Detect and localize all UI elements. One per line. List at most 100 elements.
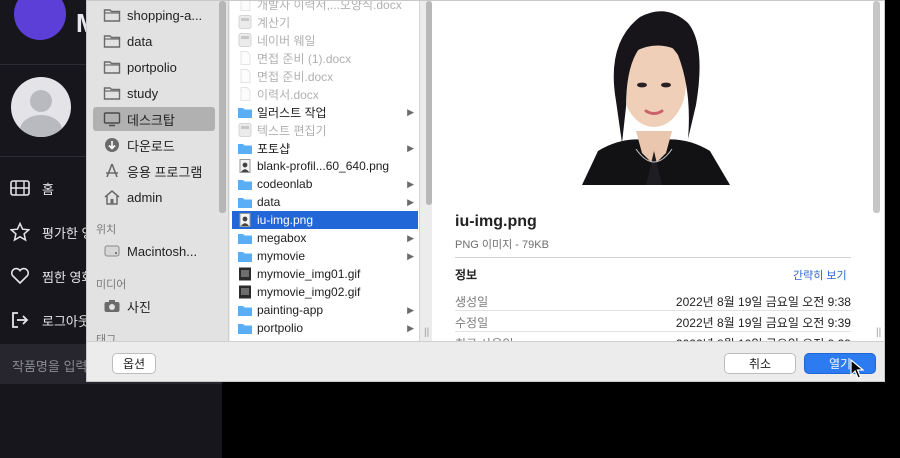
sidebar-item-label: portpolio	[127, 59, 177, 75]
info-value: 2022년 8월 19일 금요일 오전 9:39	[675, 316, 851, 330]
file-name: 계산기	[257, 15, 291, 30]
nav-item-wishlist[interactable]: 찜한 영화	[10, 264, 93, 288]
sidebar-item-label: 응용 프로그램	[127, 164, 203, 180]
file-name: codeonlab	[257, 177, 313, 191]
file-name: 포토샵	[257, 141, 291, 156]
file-row[interactable]: painting-app ▶	[232, 301, 418, 319]
file-row[interactable]: iu-img.png	[232, 211, 418, 229]
sidebar-item[interactable]: 응용 프로그램	[93, 159, 215, 183]
chevron-right-icon: ▶	[407, 232, 414, 243]
file-row[interactable]: 면접 준비.docx	[232, 67, 418, 85]
file-row[interactable]: mymovie ▶	[232, 247, 418, 265]
mouse-cursor-icon	[850, 359, 864, 379]
nav-item-rated[interactable]: 평가한 영	[10, 220, 93, 244]
folder-icon	[237, 249, 257, 263]
file-row[interactable]: megabox ▶	[232, 229, 418, 247]
sidebar-item[interactable]: study	[93, 81, 215, 105]
section-header-media: 미디어	[96, 279, 127, 291]
column-resize-handle[interactable]: ||	[876, 327, 881, 338]
file-row[interactable]: codeonlab ▶	[232, 175, 418, 193]
chevron-right-icon: ▶	[407, 322, 414, 333]
open-file-dialog: shopping-a... data portpolio study 데스크탑다운로드응…	[86, 0, 885, 382]
file-name: 네이버 웨일	[257, 33, 316, 48]
file-name: painting-app	[257, 303, 324, 317]
app-icon	[237, 15, 257, 29]
file-name: blank-profil...60_640.png	[257, 159, 390, 173]
show-less-link[interactable]: 간략히 보기	[793, 267, 847, 283]
nav-item-logout[interactable]: 로그아웃	[10, 308, 90, 332]
file-name: 텍스트 편집기	[257, 123, 327, 138]
disk-icon	[103, 243, 127, 259]
folder-icon	[237, 105, 257, 119]
nav-label: 로그아웃	[42, 313, 90, 329]
file-row[interactable]: 개발자 이력서,...오양식.docx	[232, 1, 418, 13]
sidebar-item[interactable]: portpolio	[93, 55, 215, 79]
sidebar-item[interactable]: 데스크탑	[93, 107, 215, 131]
file-row[interactable]: mymovie_img01.gif	[232, 265, 418, 283]
file-name: mymovie_img01.gif	[257, 267, 361, 281]
info-row: 생성일 2022년 8월 19일 금요일 오전 9:38	[455, 290, 851, 311]
nav-item-home[interactable]: 홈	[10, 176, 54, 200]
document-icon	[237, 51, 257, 65]
file-row[interactable]: 면접 준비 (1).docx	[232, 49, 418, 67]
cancel-button[interactable]: 취소	[724, 353, 796, 374]
info-row: 수정일 2022년 8월 19일 금요일 오전 9:39	[455, 311, 851, 332]
file-row[interactable]: portpolio ▶	[232, 319, 418, 337]
file-row[interactable]: data ▶	[232, 193, 418, 211]
preview-filename: iu-img.png	[455, 213, 537, 230]
sidebar-item[interactable]: 다운로드	[93, 133, 215, 157]
folder-icon	[103, 85, 127, 101]
open-button[interactable]: 열기	[804, 353, 876, 374]
file-row[interactable]: blank-profil...60_640.png	[232, 157, 418, 175]
file-row[interactable]: 네이버 웨일	[232, 31, 418, 49]
sidebar-item[interactable]: data	[93, 29, 215, 53]
avatar[interactable]	[11, 77, 71, 137]
file-row[interactable]: mymovie_img02.gif	[232, 283, 418, 301]
sidebar-item-label: 사진	[127, 299, 151, 315]
file-row[interactable]: 텍스트 편집기	[232, 121, 418, 139]
file-name: data	[257, 195, 281, 209]
folder-icon	[237, 177, 257, 191]
divider	[455, 257, 851, 258]
section-header-locations: 위치	[96, 224, 117, 236]
column-resize-handle[interactable]: ||	[424, 327, 429, 338]
chevron-right-icon: ▶	[407, 142, 414, 153]
info-value: 2022년 8월 19일 금요일 오전 9:38	[675, 295, 851, 309]
sidebar-item-macintosh[interactable]: Macintosh...	[93, 239, 215, 263]
sidebar-item-label: 다운로드	[127, 138, 175, 154]
sidebar-item-photos[interactable]: 사진	[93, 294, 215, 318]
camera-icon	[103, 298, 127, 314]
file-name: 일러스트 작업	[257, 105, 327, 120]
file-name: 개발자 이력서,...오양식.docx	[257, 1, 402, 12]
file-name: iu-img.png	[257, 213, 314, 227]
options-button[interactable]: 옵션	[112, 353, 156, 374]
preview-scrollbar[interactable]	[873, 1, 880, 213]
sidebar-item-label: data	[127, 33, 153, 49]
sidebar-item[interactable]: shopping-a...	[93, 3, 215, 27]
folder-icon	[237, 321, 257, 335]
logout-icon	[12, 312, 29, 328]
chevron-right-icon: ▶	[407, 178, 414, 189]
folder-icon	[237, 141, 257, 155]
star-icon	[10, 222, 30, 242]
sidebar-scrollbar[interactable]	[219, 1, 226, 213]
sidebar-item[interactable]: admin	[93, 185, 215, 209]
folder-icon	[237, 231, 257, 245]
desktop-icon	[103, 111, 127, 127]
file-row[interactable]: 이력서.docx	[232, 85, 418, 103]
screen: M 홈 평가한 영 찜한 영화 로그아웃 작품명을 입력 shopping-a.…	[0, 0, 900, 458]
app-icon	[237, 33, 257, 47]
file-row[interactable]: 계산기	[232, 13, 418, 31]
file-name: 면접 준비 (1).docx	[257, 51, 352, 66]
file-row[interactable]: 포토샵 ▶	[232, 139, 418, 157]
file-row[interactable]: 일러스트 작업 ▶	[232, 103, 418, 121]
app-logo-icon[interactable]	[14, 0, 66, 40]
heart-icon	[10, 267, 30, 285]
image-file-icon	[237, 213, 257, 227]
folder-icon	[237, 195, 257, 209]
folder-icon	[103, 59, 127, 75]
file-name: mymovie	[257, 249, 306, 263]
document-icon	[237, 69, 257, 83]
info-key: 수정일	[455, 316, 489, 330]
chevron-right-icon: ▶	[407, 196, 414, 207]
